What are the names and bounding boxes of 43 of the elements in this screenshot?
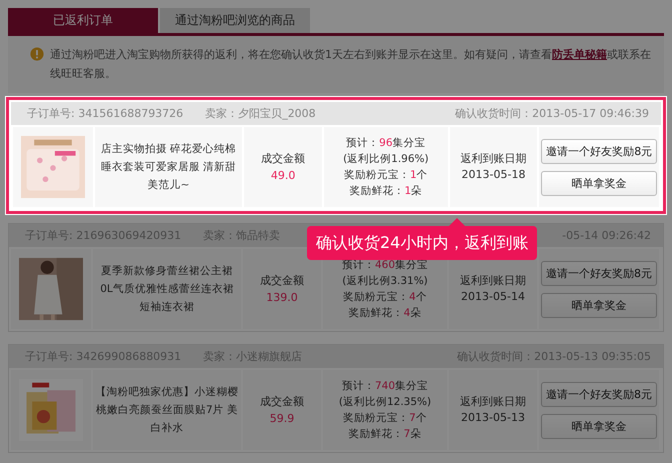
product-title[interactable]: 店主实物拍摄 碎花爱心纯棉睡衣套装可爱家居服 清新甜美范儿~ [94, 127, 242, 207]
action-button[interactable]: 晒单拿奖金 [541, 414, 657, 438]
confirm-time: 确认收货时间：2013-05-17 09:46:39 [455, 106, 649, 121]
amount-label: 成交金额 [260, 394, 304, 410]
product-title[interactable]: 夏季新款修身蕾丝裙公主裙 0L气质优雅性感蕾丝连衣裙短袖连衣裙 [93, 249, 241, 329]
notice-text: 通过淘粉吧进入淘宝购物所获得的返利，将在您确认收货1天左右到账并显示在这里。如有疑问，请查看防丢单秘籍或联系在线旺旺客服。 [50, 47, 652, 82]
rebate-date: 2013-05-14 [461, 289, 525, 305]
amount-label: 成交金额 [260, 273, 304, 289]
date-label: 返利到账日期 [460, 273, 526, 289]
rebate-date: 2013-05-18 [462, 167, 526, 183]
rebate-date: 2013-05-13 [461, 410, 525, 426]
date-label: 返利到账日期 [460, 151, 527, 167]
reward-line: 奖励鲜花：1朵 [350, 184, 422, 199]
tab[interactable]: 通过淘粉吧浏览的商品 [160, 8, 310, 33]
help-link[interactable]: 防丢单秘籍 [552, 48, 607, 61]
tab[interactable]: 已返利订单 [8, 8, 158, 33]
warning-icon [30, 47, 44, 61]
reward-line: 奖励鲜花：7朵 [348, 427, 422, 442]
tooltip-pointer-icon [449, 218, 465, 226]
order-number: 子订单号: 341561688793726 [27, 107, 184, 120]
seller-name: 卖家：夕阳宝贝_2008 [205, 107, 316, 120]
reward-line: (返利比例12.35%) [338, 395, 432, 410]
reward-line: (返利比例1.96%) [343, 152, 429, 167]
action-button[interactable]: 晒单拿奖金 [541, 170, 658, 196]
tooltip: 确认收货24小时内，返利到账 [307, 226, 538, 260]
reward-line: 预计：740集分宝 [342, 379, 428, 394]
action-button[interactable]: 晒单拿奖金 [541, 292, 657, 318]
action-button[interactable]: 邀请一个好友奖励8元 [541, 138, 658, 164]
amount-label: 成交金额 [261, 151, 306, 167]
reward-line: 预计：96集分宝 [346, 136, 426, 151]
reward-line: 预计：460集分宝 [342, 258, 428, 273]
reward-line: 奖励鲜花：4朵 [348, 306, 422, 321]
amount-value: 49.0 [270, 168, 296, 184]
product-title[interactable]: 【淘粉吧独家优惠】小迷糊樱桃嫩白亮颜蚕丝面膜贴7片 美白补水 [93, 370, 241, 450]
date-label: 返利到账日期 [460, 394, 526, 410]
reward-line: (返利比例3.31%) [342, 274, 428, 289]
amount-value: 139.0 [266, 290, 298, 306]
amount-value: 59.9 [270, 411, 294, 427]
reward-line: 奖励粉元宝：7个 [343, 411, 427, 426]
reward-line: 奖励粉元宝：4个 [343, 290, 427, 305]
action-button[interactable]: 邀请一个好友奖励8元 [541, 382, 657, 406]
action-button[interactable]: 邀请一个好友奖励8元 [541, 260, 657, 286]
reward-line: 奖励粉元宝：1个 [344, 168, 428, 183]
